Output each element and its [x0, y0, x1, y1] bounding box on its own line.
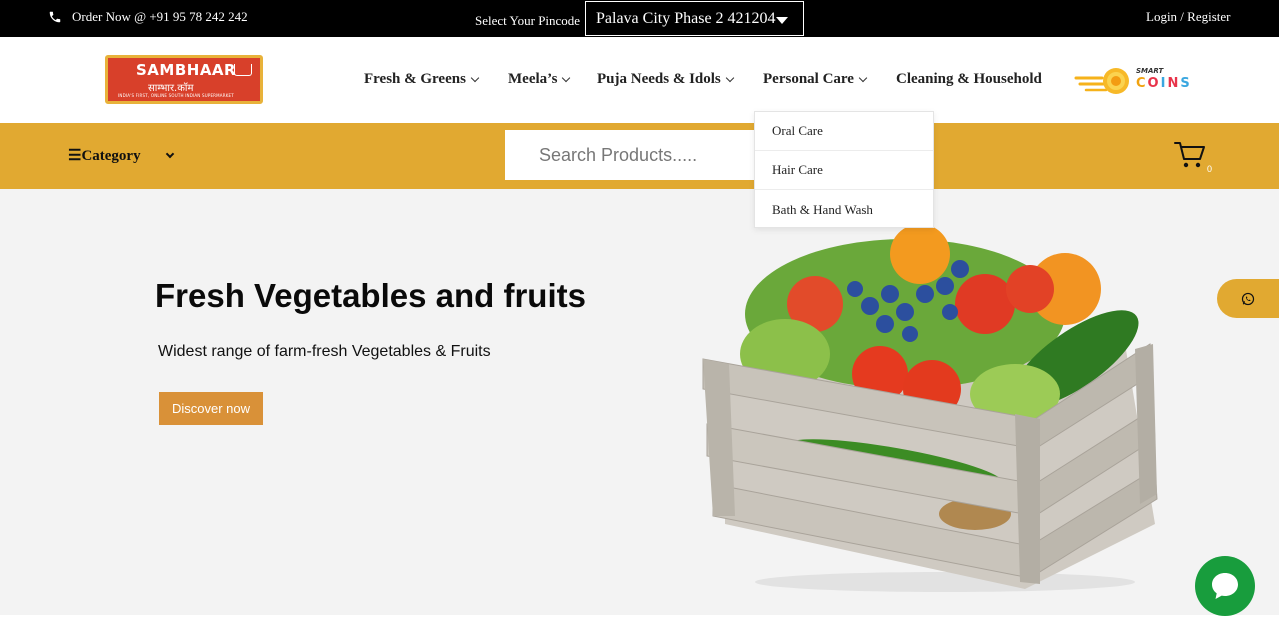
chevron-down-icon — [858, 73, 868, 82]
header: SAMBHAAR साम्भार.कॉम INDIA'S FIRST, ONLI… — [0, 37, 1279, 123]
nav-item-meelas[interactable]: Meela’s — [508, 71, 571, 88]
phone-icon — [49, 11, 61, 23]
coin-swoosh-icon — [1074, 68, 1129, 94]
hero-title: Fresh Vegetables and fruits — [155, 277, 586, 314]
logo-hindi: साम्भार.कॉम — [148, 83, 194, 94]
vegetable-crate-image — [702, 224, 1158, 592]
search-input[interactable] — [505, 130, 757, 180]
login-register-link[interactable]: Login / Register — [1146, 9, 1231, 25]
chevron-down-icon — [725, 73, 735, 82]
site-logo[interactable]: SAMBHAAR साम्भार.कॉम INDIA'S FIRST, ONLI… — [105, 55, 263, 104]
nav-item-puja-needs[interactable]: Puja Needs & Idols — [597, 71, 735, 88]
logo-tagline: INDIA'S FIRST, ONLINE SOUTH INDIAN SUPER… — [118, 93, 234, 98]
coins-word: C O I N S — [1136, 76, 1190, 91]
order-now-text: Order Now @ +91 95 78 242 242 — [72, 9, 248, 24]
dropdown-item-hair-care[interactable]: Hair Care — [755, 151, 933, 190]
personal-care-dropdown: Oral Care Hair Care Bath & Hand Wash — [754, 111, 934, 228]
nav-item-label: Puja Needs & Idols — [597, 71, 721, 87]
nav-item-label: Fresh & Greens — [364, 71, 466, 87]
hero-subtitle: Widest range of farm-fresh Vegetables & … — [158, 343, 491, 360]
order-now[interactable]: Order Now @ +91 95 78 242 242 — [48, 9, 248, 25]
search-box — [505, 130, 757, 180]
coins-letter: C — [1136, 76, 1146, 91]
coins-letter: S — [1180, 76, 1190, 91]
cart-icon[interactable] — [1173, 139, 1207, 171]
hero-banner: Fresh Vegetables and fruits Widest range… — [0, 189, 1279, 615]
coins-letter: N — [1167, 76, 1179, 91]
chat-bubble-icon — [1212, 573, 1238, 599]
coins-letter: I — [1160, 76, 1166, 91]
chevron-down-icon — [470, 73, 480, 82]
nav-item-cleaning-household[interactable]: Cleaning & Household — [896, 71, 1042, 88]
dropdown-item-oral-care[interactable]: Oral Care — [755, 112, 933, 151]
nav-item-personal-care[interactable]: Personal Care — [763, 71, 868, 88]
category-dropdown[interactable]: ☰Category — [68, 146, 174, 165]
chat-button[interactable] — [1195, 556, 1255, 616]
cart-count: 0 — [1207, 164, 1213, 174]
caret-down-icon — [776, 17, 788, 24]
whatsapp-button[interactable] — [1217, 279, 1279, 318]
nav-item-fresh-greens[interactable]: Fresh & Greens — [364, 71, 480, 88]
nav-item-label: Cleaning & Household — [896, 71, 1042, 87]
coins-smart-text: SMART — [1136, 67, 1164, 75]
discover-now-button[interactable]: Discover now — [159, 392, 263, 425]
dropdown-item-bath-hand-wash[interactable]: Bath & Hand Wash — [755, 190, 933, 229]
nav-item-label: Meela’s — [508, 71, 558, 87]
top-bar: Order Now @ +91 95 78 242 242 Select You… — [0, 0, 1279, 37]
category-search-bar: ☰Category 0 — [0, 123, 1279, 189]
nav-item-label: Personal Care — [763, 71, 854, 87]
pincode-label: Select Your Pincode — [475, 13, 581, 28]
chevron-down-icon — [562, 73, 571, 82]
coins-letter: O — [1147, 76, 1159, 91]
smart-coins-logo[interactable]: SMART C O I N S — [1074, 64, 1226, 98]
logo-cart-icon — [234, 64, 252, 76]
whatsapp-icon — [1241, 292, 1255, 305]
logo-name: SAMBHAAR — [136, 61, 237, 79]
chevron-down-icon — [165, 149, 174, 158]
pincode-select[interactable]: Palava City Phase 2 421204 — [585, 1, 804, 36]
category-label: ☰Category — [68, 148, 141, 164]
pincode-value: Palava City Phase 2 421204 — [596, 9, 776, 27]
